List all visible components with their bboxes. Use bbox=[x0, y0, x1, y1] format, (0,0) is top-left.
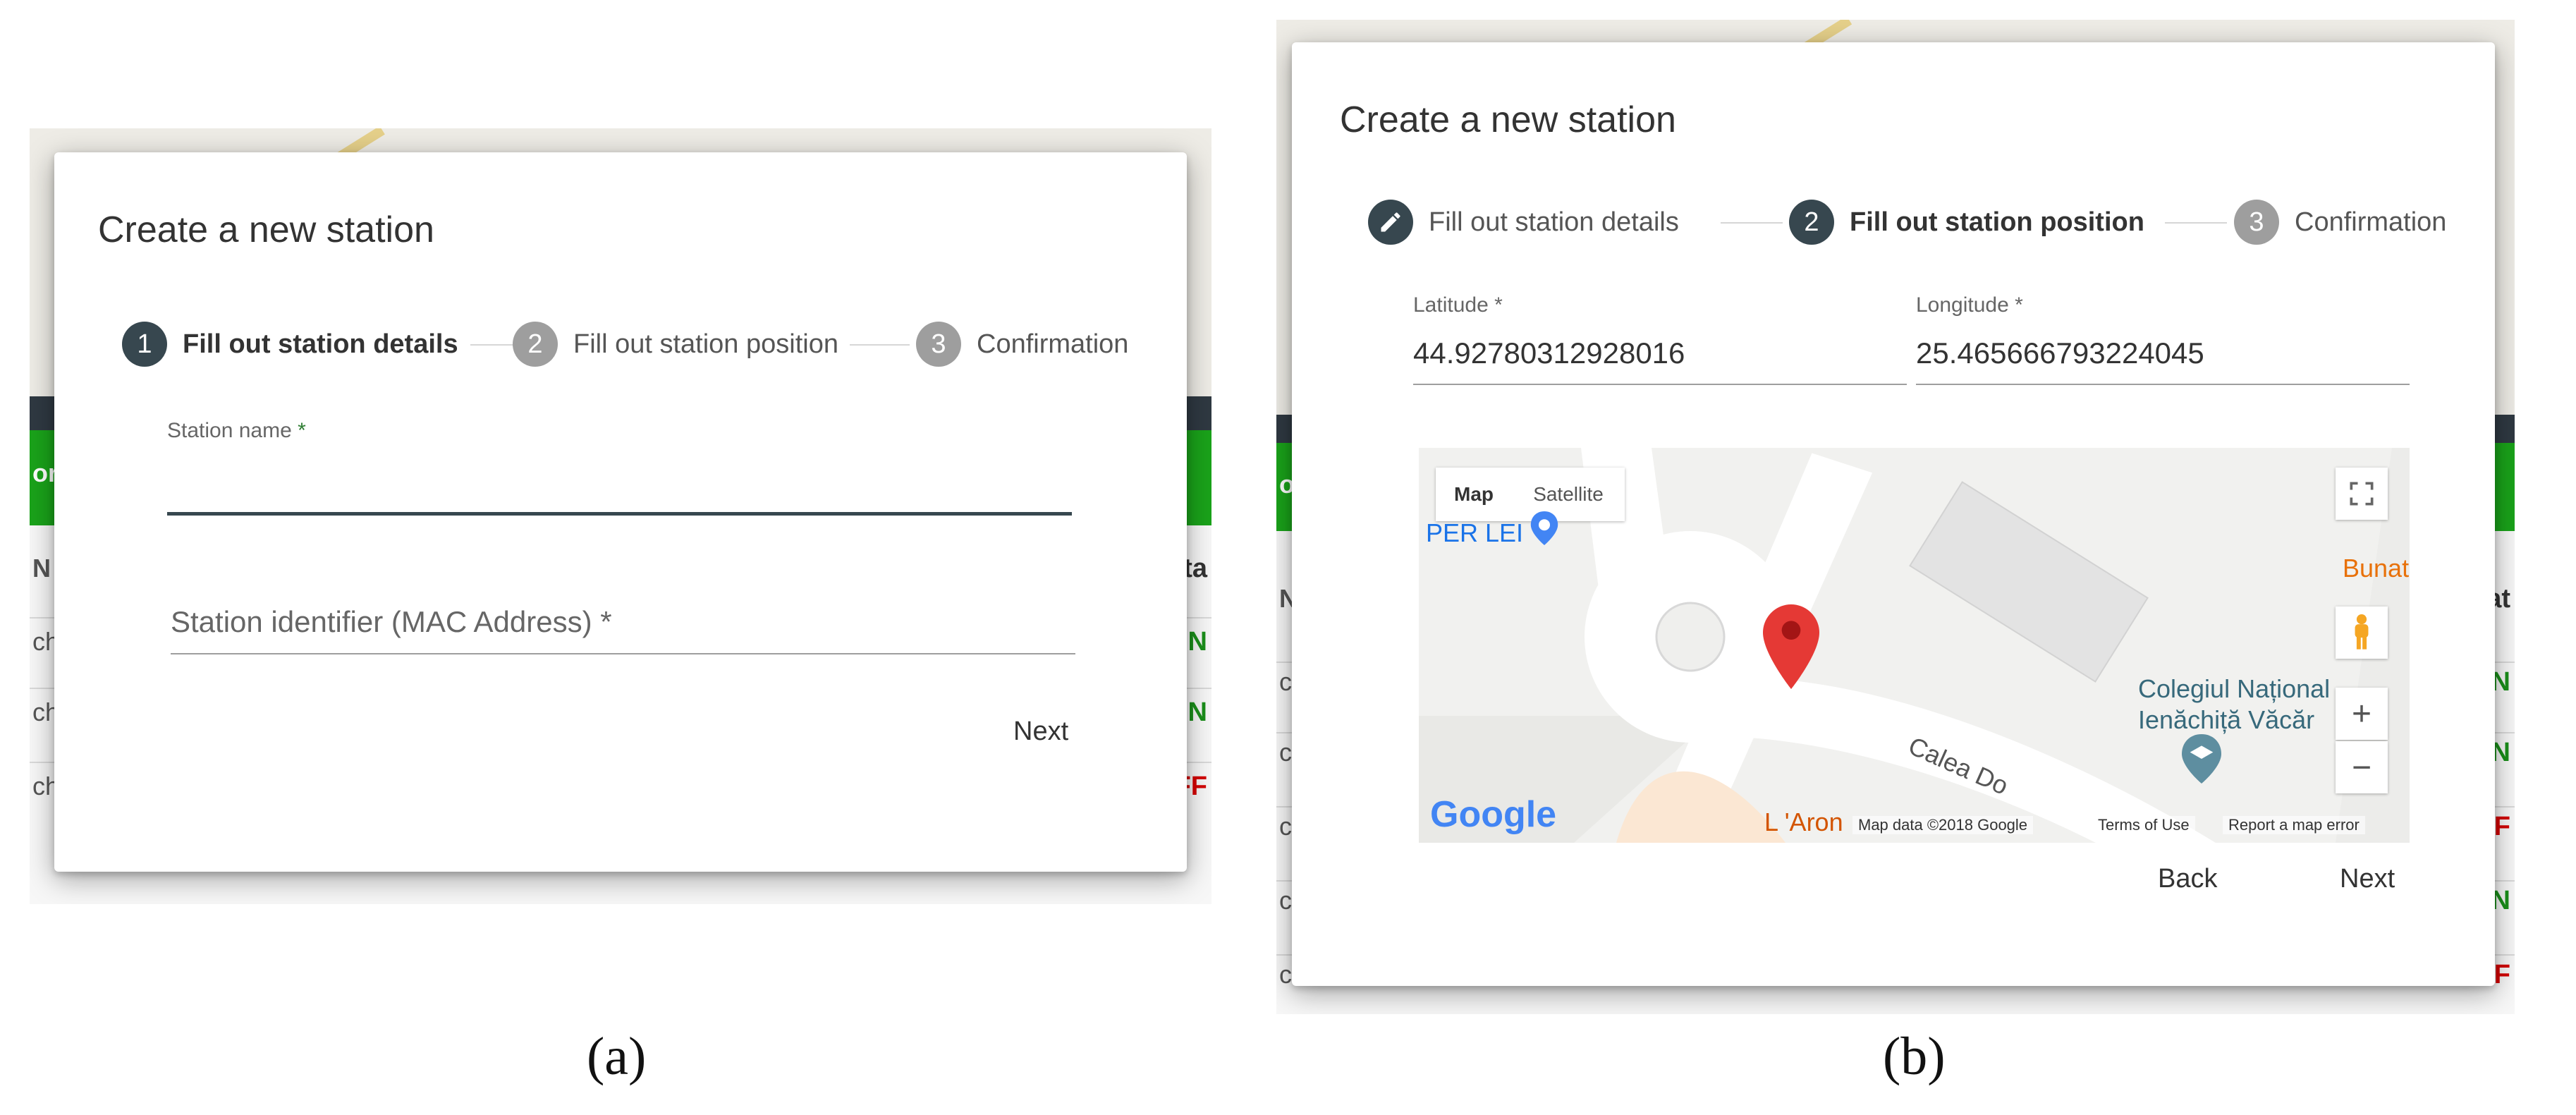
map-label-aroma: L 'Aron bbox=[1764, 808, 1843, 836]
step-label: Fill out station position bbox=[573, 329, 838, 359]
required-mark: * bbox=[298, 419, 306, 442]
location-map[interactable]: Map Satellite PER LEI Bunat Colegiul Naț… bbox=[1419, 448, 2410, 843]
station-name-underline bbox=[167, 512, 1072, 516]
map-place-icon bbox=[1530, 511, 1558, 545]
step-connector bbox=[850, 344, 910, 346]
back-button[interactable]: Back bbox=[2158, 864, 2217, 894]
terms-of-use-link[interactable]: Terms of Use bbox=[2092, 816, 2195, 834]
station-name-label: Station name * bbox=[167, 419, 306, 443]
map-type-satellite-button[interactable]: Satellite bbox=[1512, 468, 1625, 521]
step-number: 2 bbox=[513, 322, 558, 367]
dialog-title: Create a new station bbox=[1340, 99, 1676, 140]
map-label-bunat: Bunat bbox=[2343, 554, 2410, 583]
station-identifier-underline bbox=[171, 653, 1075, 654]
zoom-out-button[interactable]: − bbox=[2336, 741, 2388, 793]
create-station-dialog: Create a new station Fill out station de… bbox=[1292, 42, 2495, 986]
dialog-title: Create a new station bbox=[98, 209, 434, 250]
map-label-colegiul-line1: Colegiul Național bbox=[2138, 674, 2331, 703]
step-connector bbox=[2165, 222, 2227, 224]
step-station-details[interactable]: Fill out station details bbox=[1368, 200, 1679, 245]
longitude-underline bbox=[1916, 384, 2410, 385]
step-label: Fill out station position bbox=[1850, 207, 2144, 237]
location-pin-icon[interactable] bbox=[1763, 604, 1819, 689]
map-label-per-lei: PER LEI bbox=[1426, 518, 1524, 547]
report-map-error-link[interactable]: Report a map error bbox=[2223, 816, 2365, 834]
step-confirmation[interactable]: 3 Confirmation bbox=[2234, 200, 2446, 245]
step-station-position[interactable]: 2 Fill out station position bbox=[1789, 200, 2144, 245]
step-label: Confirmation bbox=[2295, 207, 2447, 237]
map-type-map-button[interactable]: Map bbox=[1436, 468, 1512, 521]
step-station-position[interactable]: 2 Fill out station position bbox=[513, 322, 838, 367]
google-logo: Google bbox=[1430, 794, 1557, 835]
zoom-in-button[interactable]: + bbox=[2336, 688, 2388, 740]
street-view-button[interactable] bbox=[2336, 607, 2388, 659]
next-button[interactable]: Next bbox=[1013, 717, 1068, 747]
latitude-label: Latitude * bbox=[1413, 293, 1503, 317]
next-button[interactable]: Next bbox=[2340, 864, 2395, 894]
caption-b: (b) bbox=[1883, 1027, 1946, 1086]
step-label: Fill out station details bbox=[183, 329, 458, 359]
map-label-colegiul-line2: Ienăchiță Văcăr bbox=[2138, 705, 2315, 734]
latitude-input[interactable] bbox=[1413, 333, 1893, 374]
pencil-icon bbox=[1381, 212, 1400, 232]
map-label-colegiul: Colegiul Național Ienăchiță Văcăr bbox=[2138, 674, 2330, 736]
step-label: Confirmation bbox=[977, 329, 1129, 359]
screenshot-panel-a: or N ta ch ON ch ON ch OFF Create a new … bbox=[30, 128, 1211, 904]
map-data-attribution: Map data ©2018 Google bbox=[1852, 816, 2034, 834]
background-header-status: ta bbox=[1183, 554, 1207, 583]
step-station-details[interactable]: 1 Fill out station details bbox=[122, 322, 458, 367]
latitude-underline bbox=[1413, 384, 1907, 385]
pegman-icon bbox=[2355, 614, 2369, 650]
step-confirmation[interactable]: 3 Confirmation bbox=[916, 322, 1128, 367]
create-station-dialog: Create a new station 1 Fill out station … bbox=[54, 152, 1187, 872]
caption-a: (a) bbox=[587, 1027, 647, 1086]
screenshot-panel-b: or N tat ch ON ch ON ch OFF ch ON ch bbox=[1276, 20, 2515, 1014]
step-number: 1 bbox=[122, 322, 167, 367]
step-number: 3 bbox=[2234, 200, 2279, 245]
station-name-input[interactable] bbox=[167, 463, 1070, 505]
fullscreen-icon bbox=[2350, 482, 2374, 506]
step-connector bbox=[1721, 222, 1783, 224]
school-icon bbox=[2182, 734, 2221, 784]
background-header-text: N bbox=[32, 554, 51, 583]
longitude-input[interactable] bbox=[1916, 333, 2403, 374]
station-identifier-input[interactable] bbox=[171, 601, 1073, 643]
longitude-label: Longitude * bbox=[1916, 293, 2023, 317]
station-name-label-text: Station name bbox=[167, 419, 292, 442]
step-number: 3 bbox=[916, 322, 961, 367]
step-number bbox=[1368, 200, 1413, 245]
step-number: 2 bbox=[1789, 200, 1834, 245]
fullscreen-button[interactable] bbox=[2336, 468, 2388, 520]
step-label: Fill out station details bbox=[1429, 207, 1679, 237]
